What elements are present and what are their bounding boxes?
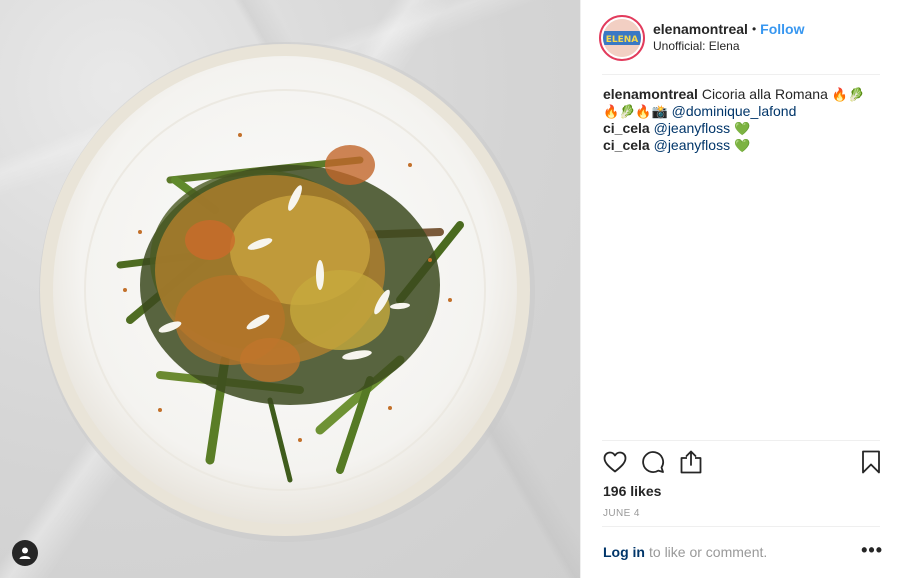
avatar-logo: ELENA	[603, 18, 641, 57]
person-icon	[19, 547, 31, 559]
comment-icon	[642, 451, 664, 473]
user-tag-icon[interactable]	[12, 540, 38, 566]
avatar-image: ELENA	[603, 18, 641, 57]
credit-line: ci_cela @jeanyfloss 💚	[603, 120, 883, 137]
post-header: ELENA elenamontreal • Follow Unofficial:…	[581, 0, 900, 75]
caption-emojis: 🔥🥬🔥📸	[603, 104, 668, 119]
avatar[interactable]: ELENA	[599, 14, 645, 61]
post-modal: ELENA elenamontreal • Follow Unofficial:…	[0, 0, 900, 578]
credit-label: ci_cela	[603, 120, 650, 136]
share-icon	[680, 450, 702, 474]
credit-label: ci_cela	[603, 137, 650, 153]
bookmark-icon	[862, 450, 880, 474]
mention-link[interactable]: @jeanyfloss	[654, 120, 730, 136]
like-button[interactable]	[603, 450, 627, 474]
mention-link[interactable]: @dominique_lafond	[672, 103, 797, 119]
food-plate-image	[39, 42, 535, 542]
more-options-button[interactable]: •••	[861, 540, 883, 561]
svg-text:ELENA: ELENA	[606, 35, 639, 45]
follow-button[interactable]: Follow	[760, 21, 804, 38]
credit-line: ci_cela @jeanyfloss 💚	[603, 137, 883, 154]
caption-line-2: 🔥🥬🔥📸 @dominique_lafond	[603, 103, 883, 120]
caption: elenamontreal Cicoria alla Romana 🔥🥬 🔥🥬🔥…	[603, 86, 883, 154]
divider	[602, 526, 880, 527]
caption-line-1: elenamontreal Cicoria alla Romana 🔥🥬	[603, 86, 883, 103]
login-prompt: Log in to like or comment. •••	[603, 540, 883, 560]
divider	[602, 440, 880, 441]
save-button[interactable]	[859, 450, 883, 474]
login-link[interactable]: Log in	[603, 544, 645, 560]
post-photo[interactable]	[0, 0, 580, 578]
caption-text: Cicoria alla Romana	[701, 86, 828, 102]
location-link[interactable]: Unofficial: Elena	[653, 38, 804, 55]
heart-icon	[603, 451, 627, 473]
username-link[interactable]: elenamontreal	[653, 21, 748, 38]
comment-button[interactable]	[641, 450, 665, 474]
heart-emoji: 💚	[733, 138, 751, 153]
post-sidebar: ELENA elenamontreal • Follow Unofficial:…	[580, 0, 900, 578]
caption-username[interactable]: elenamontreal	[603, 86, 698, 102]
divider	[602, 74, 880, 75]
post-date[interactable]: JUNE 4	[603, 508, 640, 519]
mention-link[interactable]: @jeanyfloss	[654, 137, 730, 153]
login-prompt-text: to like or comment.	[649, 544, 768, 560]
share-button[interactable]	[679, 450, 703, 474]
likes-count[interactable]: 196 likes	[603, 483, 661, 499]
separator-dot: •	[751, 21, 757, 36]
heart-emoji: 💚	[733, 121, 751, 136]
action-bar	[603, 448, 883, 476]
caption-emojis: 🔥🥬	[831, 87, 865, 102]
user-block: elenamontreal • Follow Unofficial: Elena	[653, 21, 804, 55]
